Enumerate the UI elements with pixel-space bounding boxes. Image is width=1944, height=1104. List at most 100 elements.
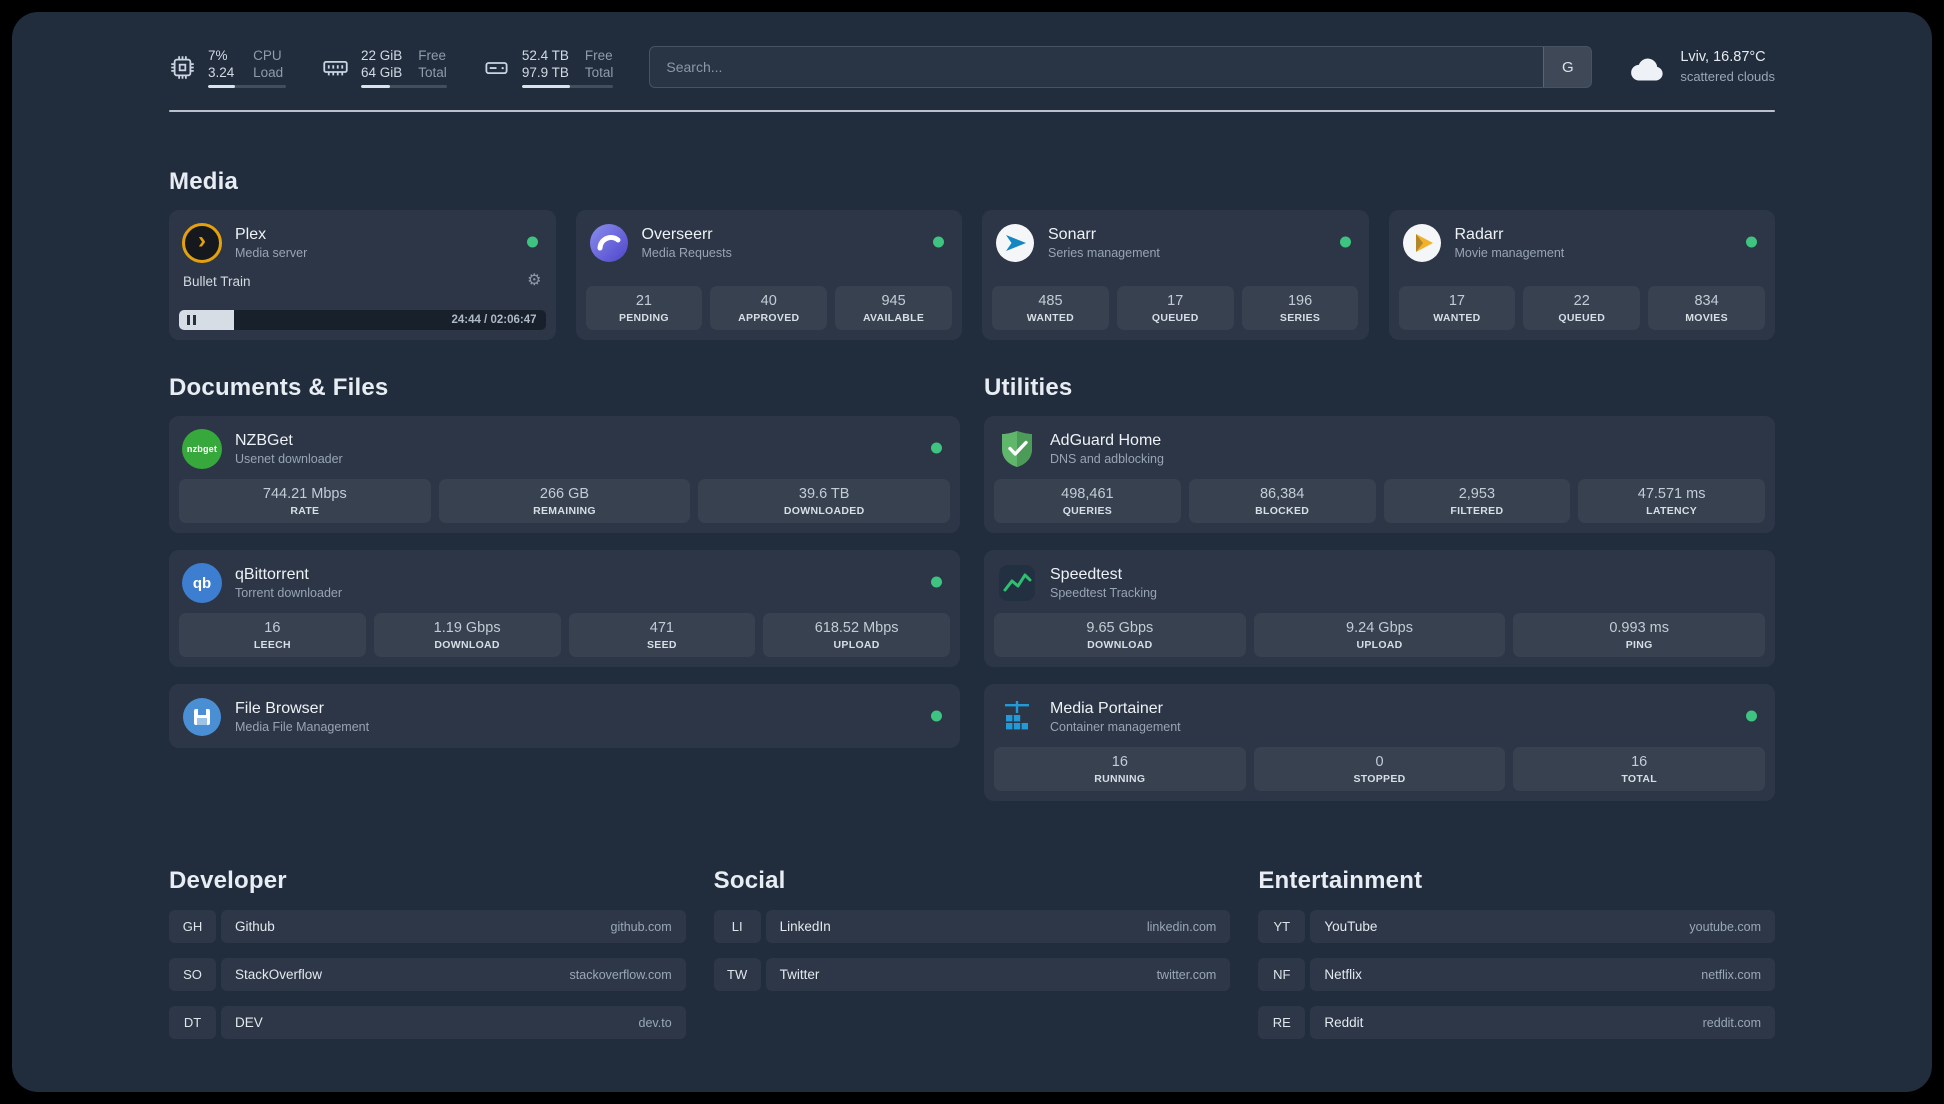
bookmark-twitter[interactable]: TW Twitter twitter.com <box>713 958 1231 991</box>
section-utilities: Utilities AdGuard Home DNS and adblocking… <box>984 374 1775 801</box>
resource-readout: 52.4 TB Free 97.9 TB Total <box>521 47 614 88</box>
stat-value: 9.65 Gbps <box>1086 620 1154 636</box>
stat-ping: 0.993 ms PING <box>1513 613 1766 657</box>
bookmark-linkedin[interactable]: LI LinkedIn linkedin.com <box>713 910 1231 943</box>
service-link-plex[interactable]: › Plex Media server <box>179 220 546 264</box>
resource-widget-cpu: 7% CPU 3.24 Load <box>169 47 286 88</box>
now-playing-row: Bullet Train ⚙ <box>179 273 546 289</box>
service-meta: qBittorrent Torrent downloader <box>235 566 342 600</box>
service-card-nzbget: nzbget NZBGet Usenet downloader 744.21 Mbps… <box>169 416 960 533</box>
stat-value: 86,384 <box>1259 486 1305 502</box>
stat-value: 266 GB <box>539 486 590 502</box>
resource-label-1: Free <box>584 47 613 63</box>
playback-progress-bar[interactable]: 24:44 / 02:06:47 <box>179 310 546 330</box>
dashboard-content: 7% CPU 3.24 Load 22 GiB Free 64 GiB Total 52.4 T… <box>12 12 1932 1079</box>
bookmark-url: dev.to <box>638 1015 672 1030</box>
stat-remaining: 266 GB REMAINING <box>438 479 691 523</box>
service-link-radarr[interactable]: Radarr Movie management <box>1399 220 1766 264</box>
stat-label: SERIES <box>1279 312 1321 324</box>
service-card-adguard: AdGuard Home DNS and adblocking 498,461 QUE… <box>984 416 1775 533</box>
service-link-nzbget[interactable]: nzbget NZBGet Usenet downloader <box>179 426 950 470</box>
cpu-icon <box>169 54 196 81</box>
stat-label: STOPPED <box>1353 773 1406 785</box>
stat-series: 196 SERIES <box>1241 286 1359 330</box>
service-meta: Plex Media server <box>235 226 307 260</box>
search-bar: G <box>649 46 1593 88</box>
service-card-radarr: Radarr Movie management 17 WANTED 22 QUEUED 83… <box>1388 210 1775 340</box>
portainer-icon <box>996 696 1038 738</box>
resource-widget-memory: 22 GiB Free 64 GiB Total <box>322 47 447 88</box>
stat-movies: 834 MOVIES <box>1648 286 1765 330</box>
stat-upload: 9.24 Gbps UPLOAD <box>1253 613 1506 657</box>
service-link-portainer[interactable]: Media Portainer Container management <box>994 694 1765 738</box>
service-link-qbittorrent[interactable]: qb qBittorrent Torrent downloader <box>179 560 950 604</box>
service-card-speedtest: Speedtest Speedtest Tracking 9.65 Gbps DOWN… <box>984 550 1775 667</box>
stat-value: 0 <box>1375 754 1384 770</box>
service-link-overseerr[interactable]: Overseerr Media Requests <box>586 220 953 264</box>
pause-icon[interactable] <box>187 315 196 325</box>
bookmark-name: LinkedIn <box>779 919 831 934</box>
bookmark-reddit[interactable]: RE Reddit reddit.com <box>1258 1006 1775 1039</box>
service-stats: 17 WANTED 22 QUEUED 834 MOVIES <box>1398 286 1766 330</box>
service-description: Media server <box>235 246 308 260</box>
documents-cards: nzbget NZBGet Usenet downloader 744.21 Mbps… <box>169 416 960 748</box>
stat-value: 9.24 Gbps <box>1346 620 1413 636</box>
service-link-adguard[interactable]: AdGuard Home DNS and adblocking <box>994 426 1765 470</box>
resource-label-2: Total <box>418 64 447 80</box>
section-title-media: Media <box>169 168 239 195</box>
stat-available: 945 AVAILABLE <box>835 286 952 330</box>
stat-downloaded: 39.6 TB DOWNLOADED <box>698 479 951 523</box>
bookmark-url: netflix.com <box>1701 967 1761 982</box>
now-playing-title: Bullet Train <box>183 273 251 289</box>
bookmark-stackoverflow[interactable]: SO StackOverflow stackoverflow.com <box>169 958 686 991</box>
bookmark-body: Netflix netflix.com <box>1310 958 1775 991</box>
service-name: Speedtest <box>1050 566 1123 583</box>
service-stats: 744.21 Mbps RATE 266 GB REMAINING 39.6 TB DOW… <box>179 479 951 523</box>
stat-queries: 498,461 QUERIES <box>994 479 1181 523</box>
stat-label: QUEUED <box>1151 312 1199 324</box>
stat-seed: 471 SEED <box>568 613 756 657</box>
service-name: qBittorrent <box>235 566 309 583</box>
search-provider-button[interactable]: G <box>1543 47 1592 87</box>
service-stats: 16 RUNNING 0 STOPPED 16 TOTAL <box>994 747 1766 791</box>
resource-usage-bar <box>521 84 614 88</box>
bookmark-body: LinkedIn linkedin.com <box>765 910 1231 943</box>
memory-icon <box>322 54 349 81</box>
stat-value: 485 <box>1038 293 1063 309</box>
speedtest-icon <box>996 562 1038 604</box>
service-description: Media Requests <box>641 246 732 260</box>
stat-label: DOWNLOAD <box>434 639 500 651</box>
service-meta: AdGuard Home DNS and adblocking <box>1050 432 1164 466</box>
stat-label: PING <box>1625 639 1653 651</box>
resource-widget-disk: 52.4 TB Free 97.9 TB Total <box>483 47 614 88</box>
stat-label: LATENCY <box>1646 505 1698 517</box>
stat-label: WANTED <box>1026 312 1075 324</box>
service-link-sonarr[interactable]: Sonarr Series management <box>992 220 1359 264</box>
service-name: Media Portainer <box>1050 700 1163 717</box>
service-name: Overseerr <box>641 226 713 243</box>
bookmark-github[interactable]: GH Github github.com <box>169 910 686 943</box>
bookmark-url: linkedin.com <box>1146 919 1217 934</box>
stat-label: RUNNING <box>1094 773 1146 785</box>
search-input[interactable] <box>650 47 1544 87</box>
service-description: Speedtest Tracking <box>1050 586 1158 600</box>
stat-label: BLOCKED <box>1255 505 1310 517</box>
resource-label-2: Load <box>253 64 284 80</box>
stat-wanted: 485 WANTED <box>992 286 1109 330</box>
service-card-portainer: Media Portainer Container management 16 RUN… <box>984 684 1775 801</box>
service-description: DNS and adblocking <box>1050 452 1164 466</box>
service-name: Radarr <box>1454 226 1504 243</box>
bookmark-youtube[interactable]: YT YouTube youtube.com <box>1258 910 1775 943</box>
bookmark-url: stackoverflow.com <box>569 967 672 982</box>
service-card-qbittorrent: qb qBittorrent Torrent downloader 16 LEECH 1.… <box>169 550 960 667</box>
service-link-filebrowser[interactable]: File Browser Media File Management <box>179 694 950 738</box>
bookmark-dev[interactable]: DT DEV dev.to <box>169 1006 686 1039</box>
gear-icon[interactable]: ⚙ <box>527 273 541 289</box>
stat-value: 618.52 Mbps <box>814 620 899 636</box>
stat-approved: 40 APPROVED <box>710 286 828 330</box>
service-description: Series management <box>1048 246 1160 260</box>
bookmark-netflix[interactable]: NF Netflix netflix.com <box>1258 958 1775 991</box>
stat-label: QUERIES <box>1062 505 1113 517</box>
service-link-speedtest[interactable]: Speedtest Speedtest Tracking <box>994 560 1765 604</box>
stat-value: 21 <box>635 293 652 309</box>
